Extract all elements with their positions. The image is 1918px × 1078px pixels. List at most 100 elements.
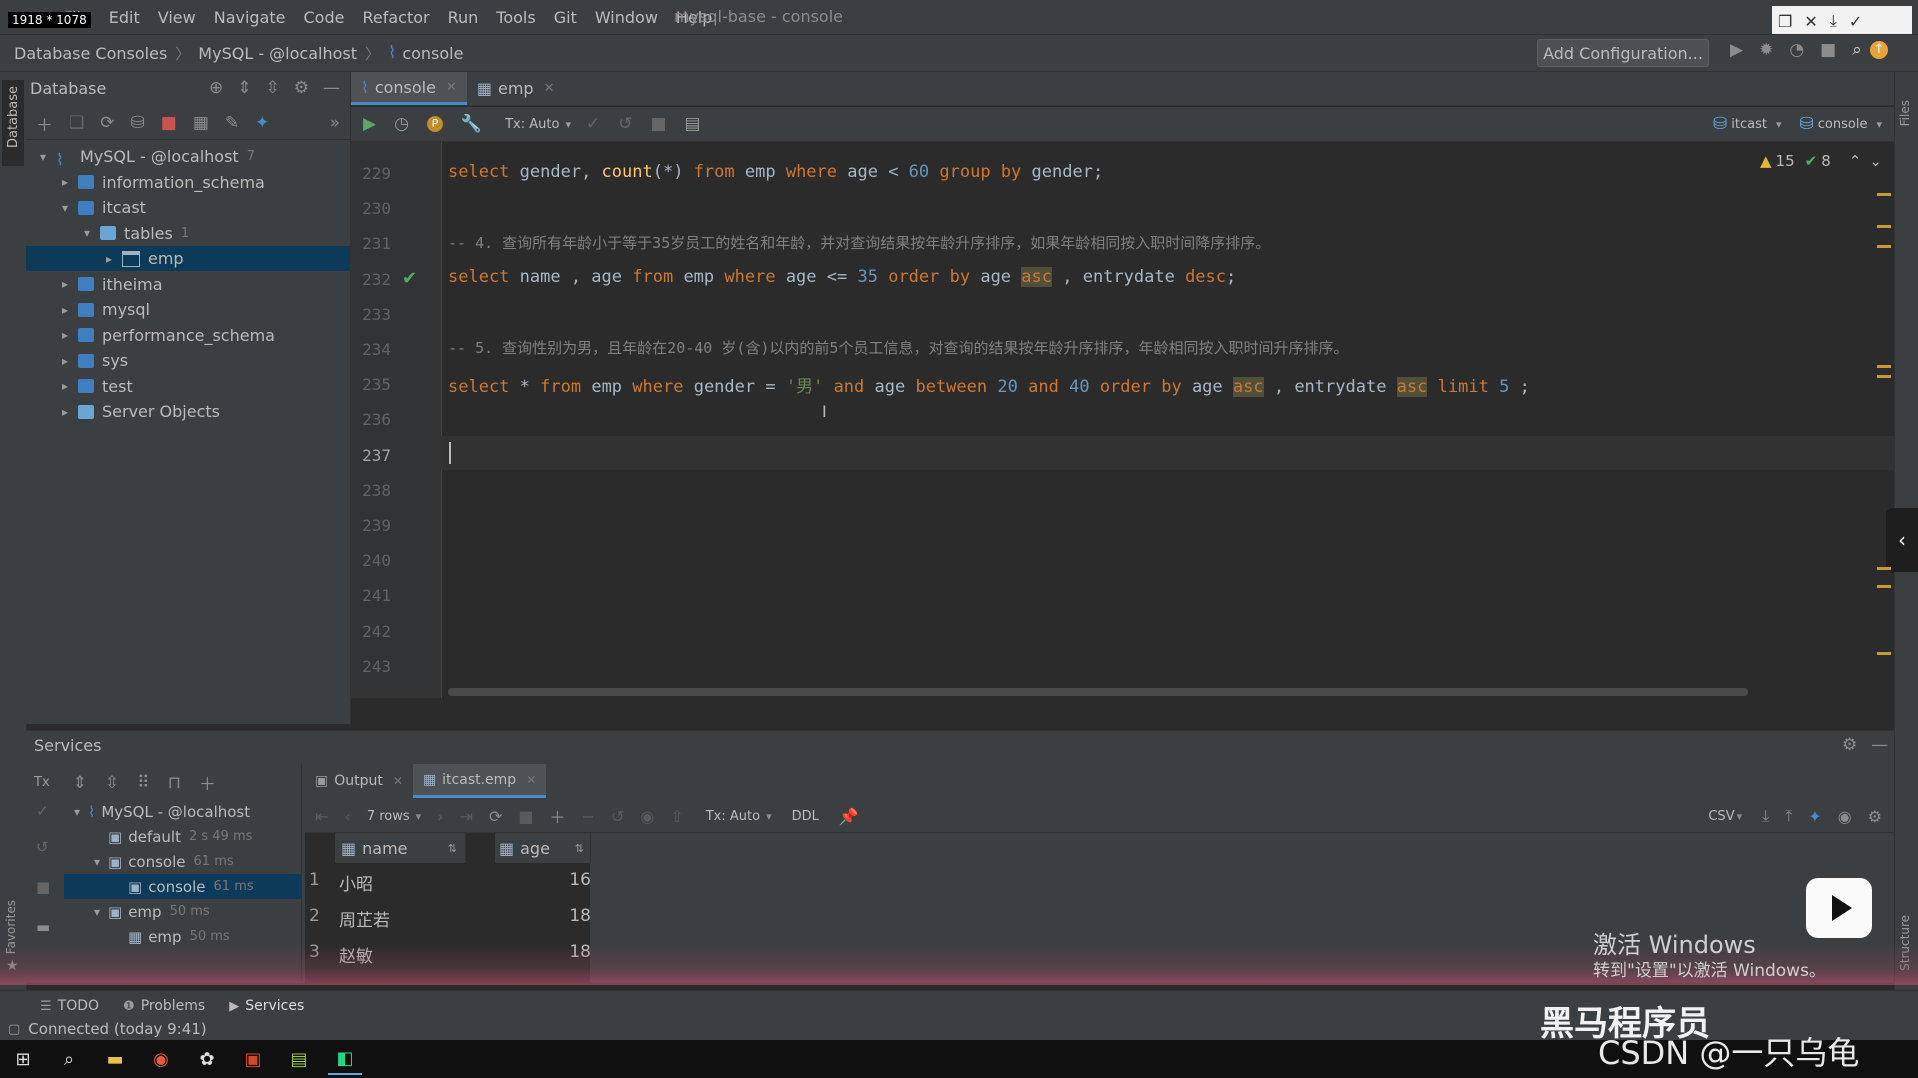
column-header-name[interactable]: ▦ name ⇅ <box>335 833 466 863</box>
db-tree-item[interactable]: ▸ itheima <box>26 272 350 297</box>
windows-start-icon[interactable]: ⊞ <box>6 1044 40 1074</box>
chevron-right-icon[interactable]: ▸ <box>58 303 72 317</box>
stop-icon[interactable]: ■ <box>650 114 666 134</box>
chevron-down-icon[interactable]: ▾ <box>90 855 104 869</box>
stop-icon[interactable]: ■ <box>36 878 50 896</box>
minimize-icon[interactable]: — <box>323 78 340 98</box>
last-page-icon[interactable]: ⇥ <box>460 807 473 826</box>
commit-icon[interactable]: ✓ <box>586 114 600 134</box>
chevron-down-icon[interactable]: ▾ <box>766 810 772 823</box>
table-cell[interactable]: 小昭 <box>339 870 373 895</box>
tab-console[interactable]: ⌇ console ✕ <box>351 72 467 105</box>
tx-mode-select[interactable]: Tx: Auto <box>505 117 559 132</box>
error-stripe-mark[interactable] <box>1877 193 1891 196</box>
notepad-icon[interactable]: ▤ <box>282 1044 316 1074</box>
schema-select[interactable]: itcast <box>1731 117 1767 132</box>
update-icon[interactable]: ↑ <box>1869 41 1888 59</box>
chevron-down-icon[interactable]: ▾ <box>1737 810 1743 823</box>
menu-tools[interactable]: Tools <box>496 8 535 27</box>
gear-icon[interactable]: ⚙ <box>294 78 309 98</box>
menu-code[interactable]: Code <box>304 8 345 27</box>
rollback-icon[interactable]: ↺ <box>36 838 49 856</box>
menu-window[interactable]: Window <box>595 8 658 27</box>
error-stripe-mark[interactable] <box>1877 585 1891 588</box>
execute-icon[interactable]: ▶ <box>363 114 376 134</box>
chevron-right-icon[interactable]: ▸ <box>58 379 72 393</box>
ddl-button[interactable]: DDL <box>792 809 819 824</box>
commit-icon[interactable]: ✓ <box>36 802 49 820</box>
table-icon[interactable]: ▦ <box>193 113 209 133</box>
tab-todo[interactable]: TODO <box>58 998 99 1014</box>
explain-plan-icon[interactable]: P <box>426 116 443 132</box>
chevron-right-icon[interactable]: ▸ <box>102 252 116 266</box>
chevron-right-icon[interactable]: ▸ <box>58 405 72 419</box>
error-stripe-mark[interactable] <box>1877 245 1891 248</box>
close-icon[interactable]: ✕ <box>446 80 457 95</box>
edit-icon[interactable]: ✎ <box>225 113 239 133</box>
add-icon[interactable]: ＋ <box>199 770 216 795</box>
error-stripe-mark[interactable] <box>1877 567 1891 570</box>
chevron-down-icon[interactable]: ▾ <box>80 226 94 240</box>
check-icon[interactable]: ✓ <box>1849 12 1862 31</box>
session-select[interactable]: console <box>1818 117 1868 132</box>
chevron-down-icon[interactable]: ▾ <box>36 150 50 164</box>
db-tree-item[interactable]: ▾ itcast <box>26 195 350 220</box>
breadcrumb-database-consoles[interactable]: Database Consoles <box>14 44 167 63</box>
services-tree-item[interactable]: ▾ ▣ console 61 ms <box>64 849 301 874</box>
db-tree-item[interactable]: ▾ ⌇ MySQL - @localhost 7 <box>26 144 350 169</box>
copy-icon[interactable]: ❏ <box>69 113 84 133</box>
close-icon[interactable]: ✕ <box>526 773 536 787</box>
chevron-down-icon[interactable]: ▾ <box>70 805 84 819</box>
restore-icon[interactable]: ❐ <box>1778 12 1792 31</box>
menu-git[interactable]: Git <box>554 8 577 27</box>
chevron-right-icon[interactable]: ▸ <box>58 277 72 291</box>
code-line-235[interactable]: select * from emp where gender = '男' and… <box>448 372 1530 397</box>
chevron-down-icon[interactable]: ▾ <box>416 810 422 823</box>
expand-all-icon[interactable]: ⇕ <box>237 78 251 98</box>
download-icon[interactable]: ⤓ <box>1830 11 1837 31</box>
inspection-widget[interactable]: ▲ 15 ✔ 8 ⌃ ⌄ <box>1760 152 1882 170</box>
chevron-down-icon[interactable]: ▾ <box>1776 118 1782 131</box>
tab-output[interactable]: ▣ Output ✕ <box>305 764 413 798</box>
collapse-arrow-icon[interactable]: ‹ <box>1886 508 1918 572</box>
error-stripe-mark[interactable] <box>1877 365 1891 368</box>
filter-icon[interactable]: ⊓ <box>168 773 181 793</box>
chevron-down-icon[interactable]: ⌄ <box>1869 152 1882 170</box>
profile-icon[interactable]: ◔ <box>1789 40 1804 60</box>
chevron-right-icon[interactable]: ▸ <box>58 328 72 342</box>
file-explorer-icon[interactable]: ▬ <box>98 1044 132 1074</box>
layout-icon[interactable]: ▬ <box>36 918 50 936</box>
search-icon[interactable]: ⌕ <box>52 1044 86 1074</box>
output-layout-icon[interactable]: ▤ <box>685 114 701 134</box>
app-icon[interactable]: ✿ <box>190 1044 224 1074</box>
horizontal-scrollbar[interactable] <box>448 688 1748 696</box>
error-stripe-mark[interactable] <box>1877 375 1891 378</box>
jump-icon[interactable]: ✦ <box>1808 807 1821 826</box>
table-cell[interactable]: 周芷若 <box>339 906 390 931</box>
tx-label[interactable]: Tx <box>34 775 50 790</box>
run-icon[interactable]: ▶ <box>1730 40 1743 60</box>
gear-icon[interactable]: ⚙ <box>1868 807 1882 826</box>
tab-emp[interactable]: ▦ emp ✕ <box>467 72 565 105</box>
services-tree-item[interactable]: ▣ console 61 ms <box>64 874 301 899</box>
close-icon[interactable]: ✕ <box>544 81 555 96</box>
collapse-all-icon[interactable]: ⇳ <box>266 78 280 98</box>
first-page-icon[interactable]: ⇤ <box>315 807 328 826</box>
code-line-234[interactable]: -- 5. 查询性别为男，且年龄在20-40 岁(含)以内的前5个员工信息，对查… <box>448 337 1348 358</box>
collapse-all-icon[interactable]: ⇳ <box>105 773 119 793</box>
chevron-down-icon[interactable]: ▾ <box>90 905 104 919</box>
chrome-icon[interactable]: ◉ <box>144 1044 178 1074</box>
chevron-up-icon[interactable]: ⌃ <box>1849 152 1862 170</box>
menu-edit[interactable]: Edit <box>109 8 140 27</box>
db-tree-item[interactable]: ▸ emp <box>26 246 350 271</box>
database-stripe-tab[interactable]: Database <box>2 80 24 166</box>
add-row-icon[interactable]: ＋ <box>550 804 566 828</box>
pin-icon[interactable]: 📌 <box>839 807 859 826</box>
table-cell[interactable]: 16 <box>563 870 591 890</box>
preview-icon[interactable]: ◉ <box>640 807 654 826</box>
previous-page-icon[interactable]: ‹ <box>344 807 350 826</box>
debug-icon[interactable]: ✹ <box>1759 40 1773 60</box>
search-icon[interactable]: ⌕ <box>1852 40 1862 60</box>
datagrip-icon[interactable]: ◧ <box>328 1043 362 1075</box>
table-row[interactable]: 2 周芷若 18 <box>305 906 591 942</box>
